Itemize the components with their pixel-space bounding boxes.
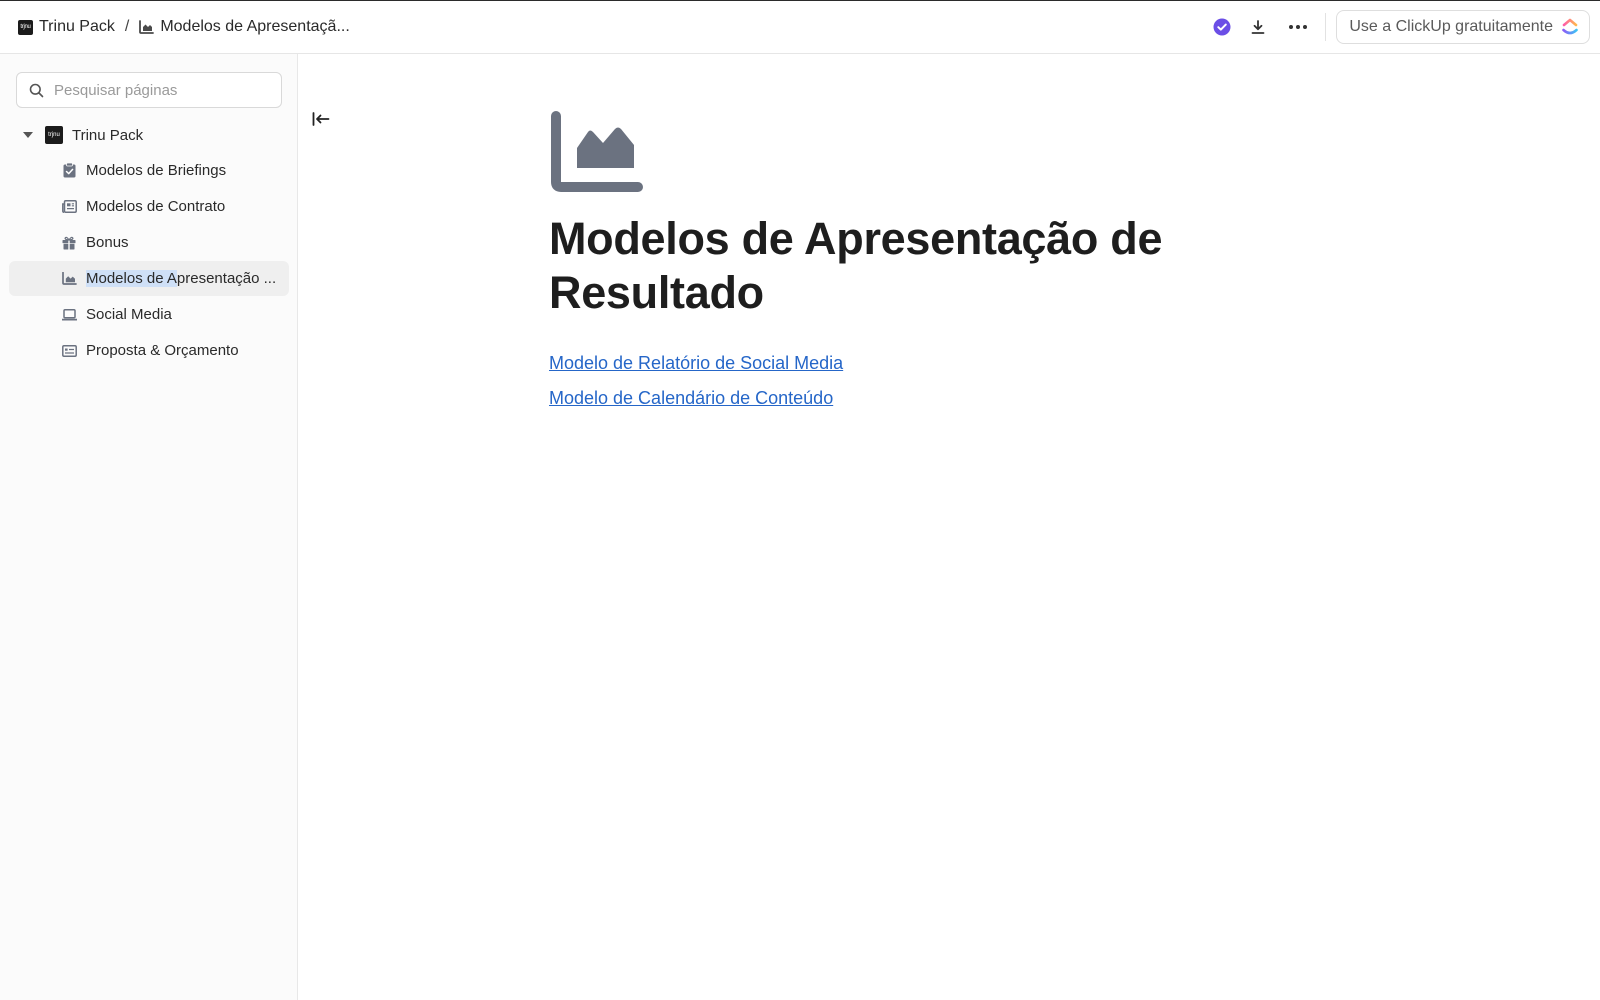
sidebar-item-modelos-de-briefings[interactable]: Modelos de Briefings — [9, 153, 289, 188]
collapse-sidebar-icon[interactable] — [310, 108, 332, 130]
label-rest: presentação ... — [176, 270, 277, 287]
area-chart-icon — [139, 20, 155, 34]
sidebar-item-label: Modelos de Briefings — [86, 162, 227, 179]
sidebar-item-label: Modelos de Apresentação ... — [86, 270, 276, 287]
page-title: Modelos de Apresentação de Resultado — [549, 213, 1163, 318]
area-chart-icon[interactable] — [550, 110, 644, 197]
gift-icon — [61, 236, 77, 250]
divider — [1325, 13, 1327, 41]
search-icon — [29, 83, 44, 98]
top-actions: Use a ClickUp gratuitamente — [1199, 10, 1600, 44]
verified-badge-icon[interactable] — [1209, 14, 1235, 40]
search-box[interactable] — [16, 72, 282, 108]
breadcrumb: trjnu Trinu Pack / Modelos de Apresentaç… — [0, 18, 350, 36]
id-card-icon — [61, 344, 77, 357]
sidebar-item-social-media[interactable]: Social Media — [9, 297, 289, 332]
page-links: Modelo de Relatório de Social Media Mode… — [549, 348, 843, 418]
sidebar-item-label: Trinu Pack — [72, 126, 144, 144]
area-chart-icon — [61, 272, 77, 285]
more-options-icon[interactable] — [1285, 14, 1311, 40]
use-clickup-label: Use a ClickUp gratuitamente — [1349, 18, 1553, 35]
sidebar-item-proposta-orcamento[interactable]: Proposta & Orçamento — [9, 333, 289, 368]
top-bar: trjnu Trinu Pack / Modelos de Apresentaç… — [0, 0, 1600, 54]
link-relatorio-social-media[interactable]: Modelo de Relatório de Social Media — [549, 348, 843, 383]
clickup-logo-icon — [1561, 17, 1579, 37]
clipboard-check-icon — [61, 163, 77, 178]
link-calendario-conteudo[interactable]: Modelo de Calendário de Conteúdo — [549, 383, 843, 418]
sidebar-item-modelos-de-contrato[interactable]: Modelos de Contrato — [9, 189, 289, 224]
sidebar-item-bonus[interactable]: Bonus — [9, 225, 289, 260]
sidebar-item-label: Modelos de Contrato — [86, 198, 226, 215]
sidebar: trjnu Trinu Pack Modelos de Briefings Mo… — [0, 54, 298, 1000]
use-clickup-button[interactable]: Use a ClickUp gratuitamente — [1336, 10, 1590, 44]
sidebar-item-modelos-de-apresentacao[interactable]: Modelos de Apresentação ... — [9, 261, 289, 296]
breadcrumb-workspace[interactable]: Trinu Pack — [39, 18, 115, 36]
sidebar-item-label: Bonus — [86, 234, 129, 251]
workspace-logo: trjnu — [45, 126, 63, 144]
search-input[interactable] — [54, 81, 254, 99]
caret-down-icon[interactable] — [23, 132, 33, 138]
sidebar-item-label: Proposta & Orçamento — [86, 342, 239, 359]
selected-text: Modelos de A — [86, 270, 177, 287]
sidebar-item-trinu-pack[interactable]: trjnu Trinu Pack — [9, 118, 289, 152]
breadcrumb-separator: / — [124, 18, 130, 35]
laptop-icon — [61, 308, 77, 321]
newspaper-icon — [61, 200, 77, 213]
page-tree: trjnu Trinu Pack Modelos de Briefings Mo… — [9, 118, 289, 368]
breadcrumb-current-page[interactable]: Modelos de Apresentaçã... — [160, 18, 349, 36]
sidebar-item-label: Social Media — [86, 306, 172, 323]
workspace-logo: trjnu — [18, 19, 33, 35]
download-icon[interactable] — [1245, 14, 1271, 40]
